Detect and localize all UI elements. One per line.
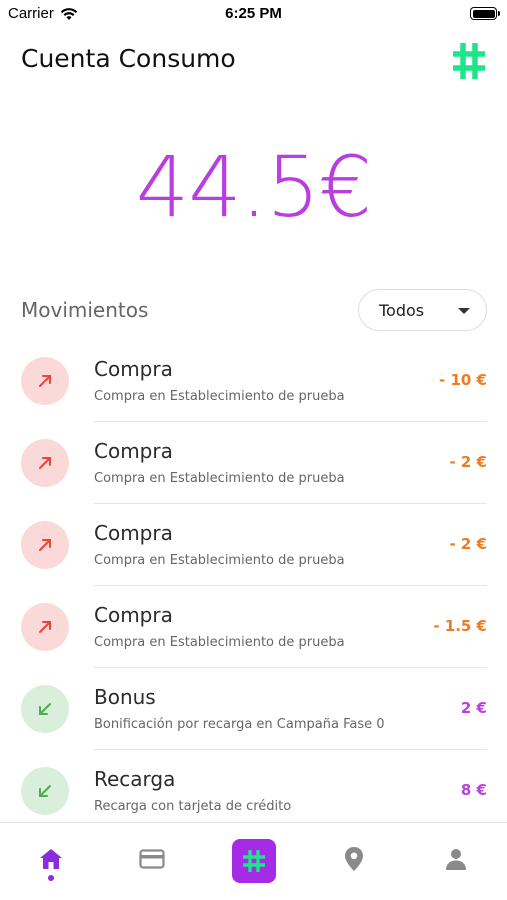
movement-title: Recarga — [94, 767, 176, 791]
movement-amount: - 2 € — [449, 535, 487, 553]
movement-title: Compra — [94, 603, 173, 627]
arrow-up-right-icon — [39, 621, 51, 633]
tab-home[interactable] — [31, 839, 71, 879]
hashtag-icon — [243, 850, 265, 872]
movement-title: Compra — [94, 521, 173, 545]
battery-icon — [470, 7, 500, 20]
movement-row[interactable]: Recarga Recarga con tarjeta de crédito 8… — [0, 750, 507, 832]
movement-row[interactable]: Compra Compra en Establecimiento de prue… — [0, 422, 507, 504]
movement-title: Compra — [94, 357, 173, 381]
tab-hashtag[interactable] — [232, 839, 276, 883]
movement-row[interactable]: Bonus Bonificación por recarga en Campañ… — [0, 668, 507, 750]
movement-icon-circle — [21, 357, 69, 405]
location-pin-icon — [345, 847, 363, 871]
filter-selected-label: Todos — [379, 300, 425, 320]
tab-bar — [0, 822, 507, 900]
arrow-up-right-icon — [39, 539, 51, 551]
arrow-up-right-icon — [39, 375, 51, 387]
movement-amount: 8 € — [460, 781, 487, 799]
tab-cards[interactable] — [132, 839, 172, 879]
active-tab-indicator — [48, 875, 54, 881]
arrow-up-right-icon — [39, 457, 51, 469]
arrow-down-left-icon — [39, 785, 51, 797]
movement-icon-circle — [21, 685, 69, 733]
arrow-down-left-icon — [39, 703, 51, 715]
caret-down-icon — [458, 308, 470, 314]
home-icon — [40, 849, 62, 869]
card-icon — [139, 849, 165, 869]
user-icon — [446, 849, 466, 870]
status-time: 6:25 PM — [225, 5, 282, 22]
movement-row[interactable]: Compra Compra en Establecimiento de prue… — [0, 586, 507, 668]
movement-amount: 2 € — [460, 699, 487, 717]
movement-row[interactable]: Compra Compra en Establecimiento de prue… — [0, 504, 507, 586]
movement-amount: - 2 € — [449, 453, 487, 471]
status-bar: Carrier 6:25 PM — [0, 0, 507, 30]
movement-amount: - 10 € — [439, 371, 487, 389]
movement-subtitle: Compra en Establecimiento de prueba — [94, 553, 345, 568]
movement-subtitle: Bonificación por recarga en Campaña Fase… — [94, 717, 385, 732]
movement-subtitle: Compra en Establecimiento de prueba — [94, 471, 345, 486]
movement-row[interactable]: Compra Compra en Establecimiento de prue… — [0, 340, 507, 422]
tab-location[interactable] — [334, 839, 374, 879]
movement-title: Compra — [94, 439, 173, 463]
movement-icon-circle — [21, 439, 69, 487]
tab-profile[interactable] — [436, 839, 476, 879]
movement-icon-circle — [21, 767, 69, 815]
movement-title: Bonus — [94, 685, 156, 709]
movement-icon-circle — [21, 603, 69, 651]
movement-subtitle: Compra en Establecimiento de prueba — [94, 635, 345, 650]
hashtag-logo-icon[interactable] — [451, 40, 487, 82]
page-title: Cuenta Consumo — [21, 44, 236, 73]
movement-icon-circle — [21, 521, 69, 569]
movement-subtitle: Recarga con tarjeta de crédito — [94, 799, 292, 814]
movements-title: Movimientos — [21, 298, 149, 322]
filter-dropdown[interactable]: Todos — [358, 289, 487, 331]
movement-amount: - 1.5 € — [433, 617, 487, 635]
balance-amount: 44.5€ — [135, 138, 372, 236]
movements-list: Compra Compra en Establecimiento de prue… — [0, 340, 507, 832]
movement-subtitle: Compra en Establecimiento de prueba — [94, 389, 345, 404]
